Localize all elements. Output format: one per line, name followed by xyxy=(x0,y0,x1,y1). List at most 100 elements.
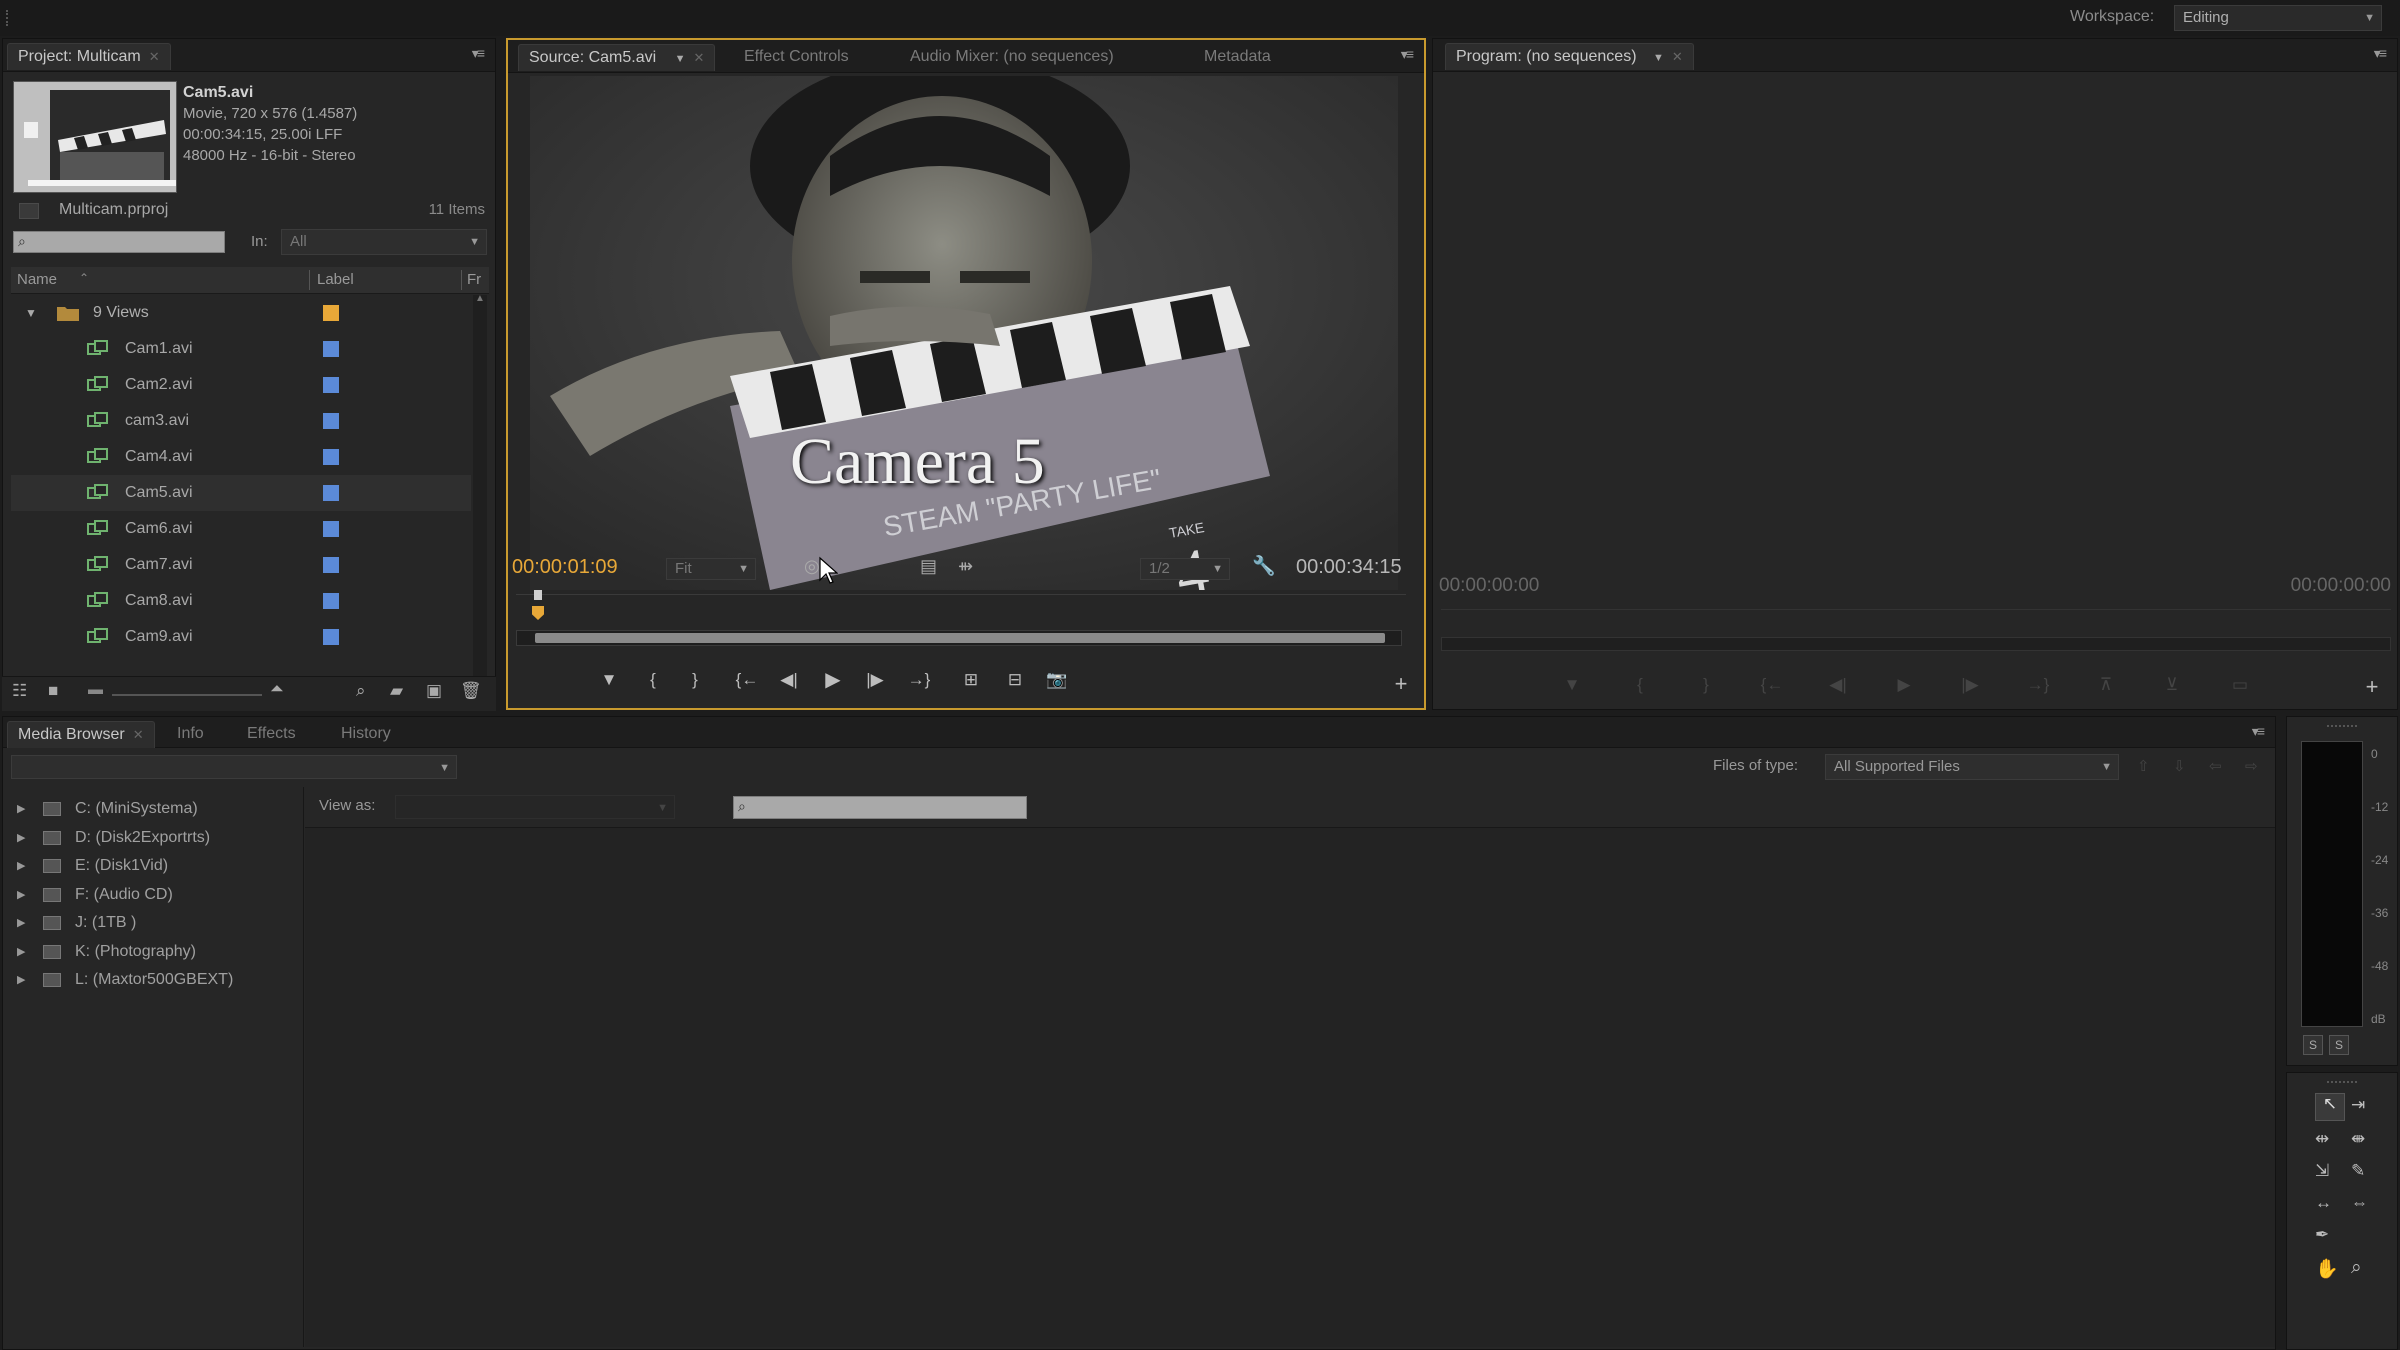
list-item[interactable]: Cam1.avi xyxy=(11,331,471,367)
new-bin-icon[interactable]: ▰ xyxy=(390,681,403,701)
close-icon[interactable]: ✕ xyxy=(1672,49,1683,64)
expand-triangle-icon[interactable]: ▶ xyxy=(17,852,25,880)
list-item[interactable]: Cam7.avi xyxy=(11,547,471,583)
go-to-in-button[interactable]: {← xyxy=(730,664,764,696)
drive-item[interactable]: ▶ C: (MiniSystema) xyxy=(3,795,299,823)
icon-view-icon[interactable]: ■ xyxy=(48,681,58,701)
overwrite-button[interactable]: ⊟ xyxy=(998,664,1032,696)
list-item[interactable]: Cam5.avi xyxy=(11,475,471,511)
play-button[interactable]: ▶ xyxy=(1887,669,1921,701)
automate-icon[interactable]: ⏶ xyxy=(270,679,284,699)
tab-effects[interactable]: Effects xyxy=(237,721,306,747)
pen-tool-icon[interactable]: ✒ xyxy=(2315,1225,2329,1245)
column-label[interactable]: Label xyxy=(317,271,354,288)
insert-button[interactable]: ⊞ xyxy=(954,664,988,696)
zoom-tool-icon[interactable]: ⌕ xyxy=(2351,1257,2362,1279)
solo-right-button[interactable]: S xyxy=(2329,1035,2349,1055)
tab-history[interactable]: History xyxy=(331,721,401,747)
close-icon[interactable]: ✕ xyxy=(149,49,160,64)
export-frame-button[interactable]: 📷 xyxy=(1040,664,1074,696)
expand-triangle-icon[interactable]: ▶ xyxy=(17,824,25,852)
rate-stretch-tool-icon[interactable]: ⇲ xyxy=(2315,1161,2329,1181)
nav-right-icon[interactable]: ⇨ xyxy=(2245,757,2258,775)
project-scrollbar[interactable]: ▲ ▼ xyxy=(473,293,487,695)
slip-tool-icon[interactable]: ↔ xyxy=(2315,1193,2332,1213)
expand-triangle-icon[interactable]: ▶ xyxy=(17,966,25,994)
mark-out-button[interactable]: } xyxy=(1689,669,1723,701)
step-forward-button[interactable]: |▶ xyxy=(858,664,892,696)
drive-item[interactable]: ▶ L: (Maxtor500GBEXT) xyxy=(3,966,299,994)
razor-tool-icon[interactable]: ✎ xyxy=(2351,1161,2365,1181)
step-back-button[interactable]: ◀| xyxy=(1821,669,1855,701)
step-back-button[interactable]: ◀| xyxy=(772,664,806,696)
add-marker-button[interactable]: ▼ xyxy=(592,664,626,696)
trash-icon[interactable]: 🗑 xyxy=(460,681,482,701)
zoom-slider[interactable] xyxy=(112,694,262,696)
sort-up-icon[interactable]: ⌃ xyxy=(79,271,89,285)
ripple-edit-tool-icon[interactable]: ⇹ xyxy=(2315,1129,2329,1149)
source-current-time[interactable]: 00:00:01:09 xyxy=(512,556,618,579)
drive-item[interactable]: ▶ E: (Disk1Vid) xyxy=(3,852,299,880)
zoom-out-icon[interactable]: ▬ xyxy=(88,681,103,698)
column-frame[interactable]: Fr xyxy=(467,271,481,288)
hand-tool-icon[interactable]: ✋ xyxy=(2315,1257,2339,1281)
play-button[interactable]: ▶ xyxy=(816,664,850,696)
track-select-tool-icon[interactable]: ⇥ xyxy=(2351,1095,2365,1115)
time-ruler[interactable] xyxy=(516,588,1406,624)
column-name[interactable]: Name xyxy=(17,271,57,288)
slide-tool-icon[interactable]: ⇔ xyxy=(2351,1193,2368,1213)
list-view-icon[interactable]: ☷ xyxy=(12,681,27,701)
panel-menu-icon[interactable]: ▾≡ xyxy=(472,45,485,62)
export-frame-button[interactable]: ▭ xyxy=(2223,669,2257,701)
zoom-scrollbar[interactable] xyxy=(516,630,1402,646)
tab-project[interactable]: Project: Multicam ✕ xyxy=(7,43,171,70)
mark-in-button[interactable]: { xyxy=(1623,669,1657,701)
clip-thumbnail[interactable] xyxy=(13,81,177,193)
tab-info[interactable]: Info xyxy=(167,721,214,747)
search-icon[interactable]: ⌕ xyxy=(356,681,366,701)
view-as-dropdown[interactable]: ▼ xyxy=(395,795,675,819)
rolling-edit-tool-icon[interactable]: ⇼ xyxy=(2351,1129,2365,1149)
go-to-in-button[interactable]: {← xyxy=(1755,669,1789,701)
new-item-icon[interactable]: ▣ xyxy=(426,681,442,701)
mark-in-button[interactable]: { xyxy=(636,664,670,696)
extract-button[interactable]: ⊻ xyxy=(2155,669,2189,701)
panel-menu-icon[interactable]: ▾≡ xyxy=(2374,45,2387,62)
tools-grip[interactable] xyxy=(2327,1081,2357,1085)
program-time-left[interactable]: 00:00:00:00 xyxy=(1439,575,1539,597)
safe-margins-icon[interactable]: ◎ xyxy=(804,556,820,577)
folder-row[interactable]: ▼ 9 Views xyxy=(11,295,471,331)
mark-out-button[interactable]: } xyxy=(678,664,712,696)
tab-program[interactable]: Program: (no sequences) ▼ ✕ xyxy=(1445,43,1694,70)
video-frame[interactable]: STEAM "PARTY LIFE" TAKE 4 Camera 5 xyxy=(530,76,1398,590)
tab-effect-controls[interactable]: Effect Controls xyxy=(734,44,859,70)
step-forward-button[interactable]: |▶ xyxy=(1953,669,1987,701)
wrench-icon[interactable]: 🔧 xyxy=(1252,554,1276,578)
list-item[interactable]: Cam9.avi xyxy=(11,619,471,655)
button-editor-icon[interactable]: + xyxy=(1384,668,1418,700)
expand-triangle-icon[interactable]: ▶ xyxy=(17,909,25,937)
media-search-input[interactable]: ⌕ xyxy=(733,796,1027,819)
playhead-icon[interactable] xyxy=(532,606,544,620)
tab-audio-mixer[interactable]: Audio Mixer: (no sequences) xyxy=(900,44,1124,70)
panel-menu-icon[interactable]: ▾≡ xyxy=(2252,723,2265,740)
program-ruler[interactable] xyxy=(1441,609,2391,630)
list-item[interactable]: cam3.avi xyxy=(11,403,471,439)
panel-menu-icon[interactable]: ▾≡ xyxy=(1401,46,1414,63)
project-search-input[interactable]: ⌕ xyxy=(13,231,225,253)
zoom-scroll-thumb[interactable] xyxy=(535,633,1385,643)
nav-left-icon[interactable]: ⇦ xyxy=(2209,757,2222,775)
solo-left-button[interactable]: S xyxy=(2303,1035,2323,1055)
files-of-type-dropdown[interactable]: All Supported Files ▼ xyxy=(1825,754,2119,780)
chevron-down-icon[interactable]: ▼ xyxy=(675,53,686,65)
drive-item[interactable]: ▶ K: (Photography) xyxy=(3,938,299,966)
expand-triangle-icon[interactable]: ▶ xyxy=(17,938,25,966)
drag-audio-icon[interactable]: ⇻ xyxy=(958,556,973,577)
selection-tool-icon[interactable]: ↖ xyxy=(2315,1093,2345,1121)
tab-media-browser[interactable]: Media Browser ✕ xyxy=(7,721,155,748)
expand-triangle-icon[interactable]: ▶ xyxy=(17,795,25,823)
close-icon[interactable]: ✕ xyxy=(694,50,705,65)
list-item[interactable]: Cam8.avi xyxy=(11,583,471,619)
drive-item[interactable]: ▶ F: (Audio CD) xyxy=(3,881,299,909)
scroll-up-icon[interactable]: ▲ xyxy=(475,293,485,304)
